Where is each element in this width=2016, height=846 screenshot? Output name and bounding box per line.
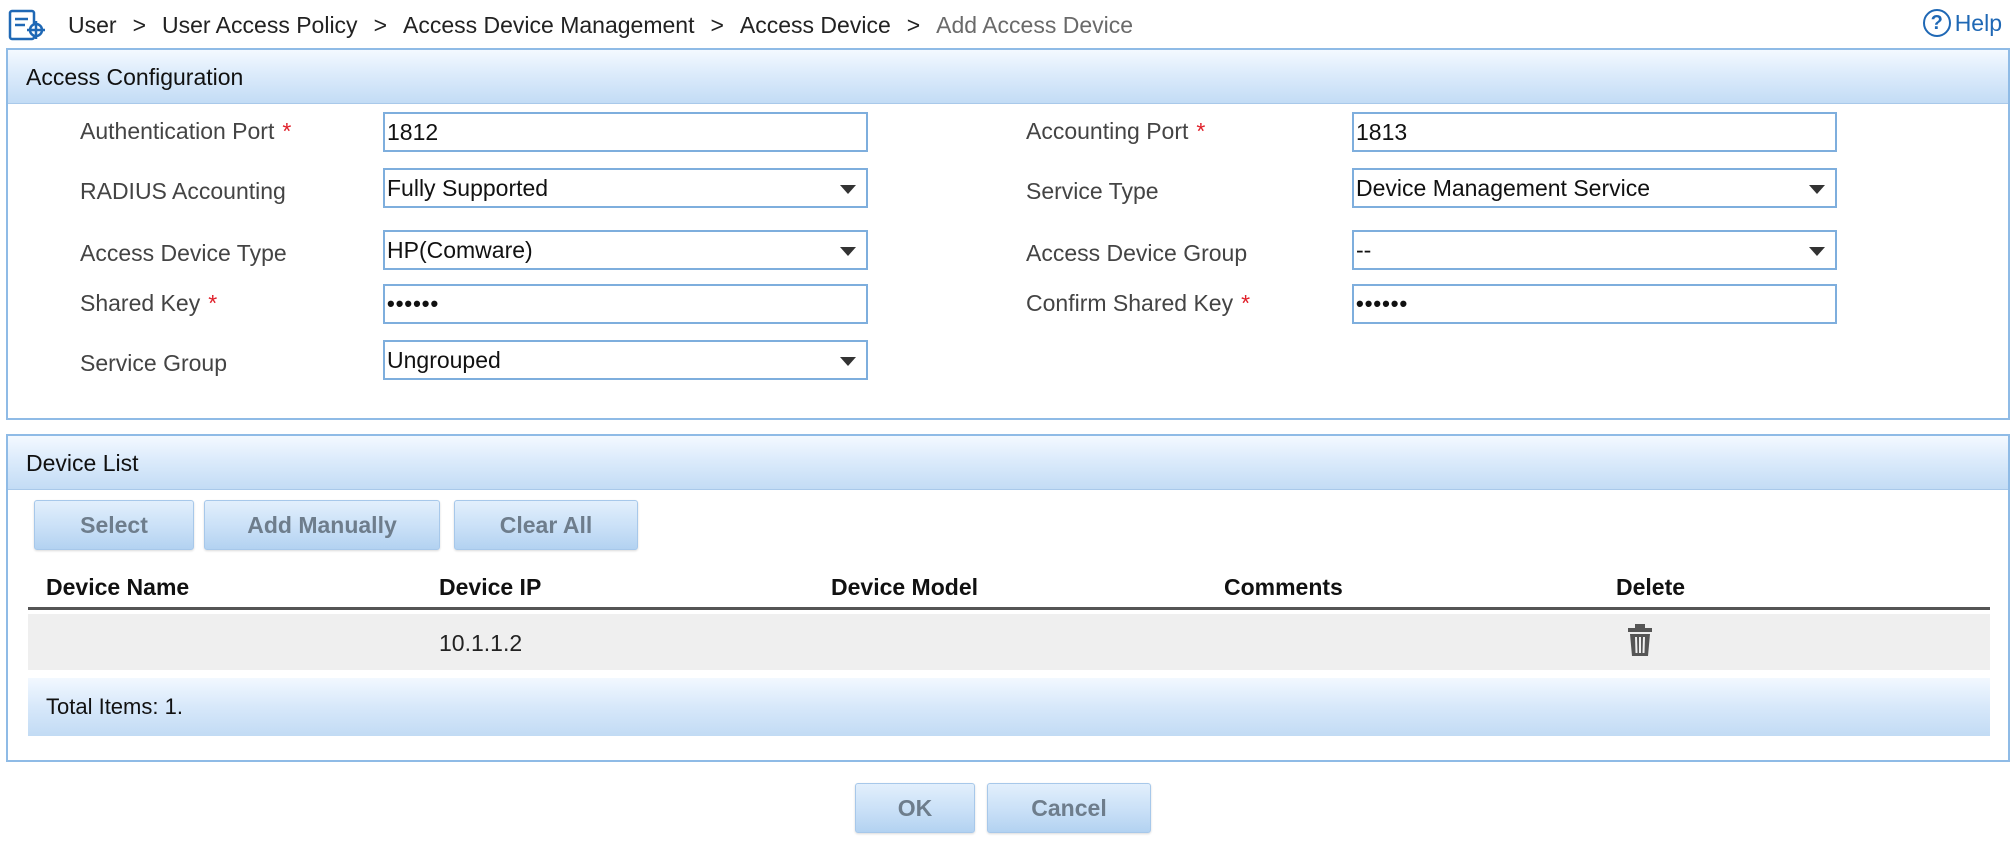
authentication-port-label: Authentication Port * xyxy=(80,118,292,144)
radius-accounting-value: Fully Supported xyxy=(387,175,549,201)
service-group-select[interactable]: Ungrouped xyxy=(383,340,868,380)
column-header-delete: Delete xyxy=(1616,574,1686,600)
accounting-port-label: Accounting Port * xyxy=(1026,118,1206,144)
shared-key-label: Shared Key * xyxy=(80,290,218,316)
breadcrumb-separator: > xyxy=(710,11,724,38)
help-circle-icon: ? xyxy=(1922,9,1951,37)
help-link[interactable]: ? Help xyxy=(1922,6,2002,40)
device-ip-cell: 10.1.1.2 xyxy=(439,630,523,656)
access-device-group-label: Access Device Group xyxy=(1026,240,1248,266)
confirm-shared-key-label: Confirm Shared Key * xyxy=(1026,290,1251,316)
access-device-group-value: -- xyxy=(1356,237,1372,263)
service-type-select[interactable]: Device Management Service xyxy=(1352,168,1837,208)
add-manually-button[interactable]: Add Manually xyxy=(204,500,440,550)
radius-accounting-label: RADIUS Accounting xyxy=(80,178,286,204)
column-header-device-ip[interactable]: Device IP xyxy=(439,574,541,601)
chevron-down-icon xyxy=(1809,247,1825,256)
table-row[interactable]: 10.1.1.2 xyxy=(28,614,1990,670)
service-group-value: Ungrouped xyxy=(387,347,501,373)
breadcrumb-separator: > xyxy=(132,11,146,38)
column-header-comments[interactable]: Comments xyxy=(1224,574,1343,601)
panel-title: Device List xyxy=(8,436,2008,490)
access-device-type-select[interactable]: HP(Comware) xyxy=(383,230,868,270)
breadcrumb-item-user-access-policy[interactable]: User Access Policy xyxy=(162,12,358,39)
device-list-panel: Device List Select Add Manually Clear Al… xyxy=(6,434,2010,762)
chevron-down-icon xyxy=(1809,185,1825,194)
ok-button[interactable]: OK xyxy=(855,783,975,833)
service-type-label: Service Type xyxy=(1026,178,1159,204)
breadcrumb-separator: > xyxy=(373,11,387,38)
total-items-text: Total Items: 1. xyxy=(46,694,183,719)
shared-key-input[interactable]: •••••• xyxy=(383,284,868,324)
panel-title: Access Configuration xyxy=(8,50,2008,104)
service-type-value: Device Management Service xyxy=(1356,175,1651,201)
column-header-device-model[interactable]: Device Model xyxy=(831,574,978,601)
access-device-type-value: HP(Comware) xyxy=(387,237,533,263)
clear-all-button[interactable]: Clear All xyxy=(454,500,638,550)
breadcrumb: User > User Access Policy > Access Devic… xyxy=(68,10,1133,40)
help-label: Help xyxy=(1954,9,2002,36)
breadcrumb-current: Add Access Device xyxy=(936,11,1134,38)
column-header-device-name[interactable]: Device Name xyxy=(46,574,189,601)
breadcrumb-item-user[interactable]: User xyxy=(68,12,117,39)
access-device-type-label: Access Device Type xyxy=(80,240,287,266)
radius-accounting-select[interactable]: Fully Supported xyxy=(383,168,868,208)
breadcrumb-item-access-device-management[interactable]: Access Device Management xyxy=(403,12,694,39)
chevron-down-icon xyxy=(840,357,856,366)
access-configuration-panel: Access Configuration Authentication Port… xyxy=(6,48,2010,420)
confirm-shared-key-input[interactable]: •••••• xyxy=(1352,284,1837,324)
cancel-button[interactable]: Cancel xyxy=(987,783,1151,833)
chevron-down-icon xyxy=(840,185,856,194)
service-group-label: Service Group xyxy=(80,350,228,376)
trash-icon[interactable] xyxy=(1626,623,1654,657)
chevron-down-icon xyxy=(840,247,856,256)
select-button[interactable]: Select xyxy=(34,500,194,550)
breadcrumb-separator: > xyxy=(906,11,921,38)
total-items-bar: Total Items: 1. xyxy=(28,678,1990,736)
breadcrumb-item-access-device[interactable]: Access Device xyxy=(740,12,891,39)
page-icon xyxy=(8,8,48,44)
authentication-port-input[interactable]: 1812 xyxy=(383,112,868,152)
table-header: Device Name Device IP Device Model Comme… xyxy=(28,564,1990,610)
accounting-port-input[interactable]: 1813 xyxy=(1352,112,1837,152)
access-device-group-select[interactable]: -- xyxy=(1352,230,1837,270)
